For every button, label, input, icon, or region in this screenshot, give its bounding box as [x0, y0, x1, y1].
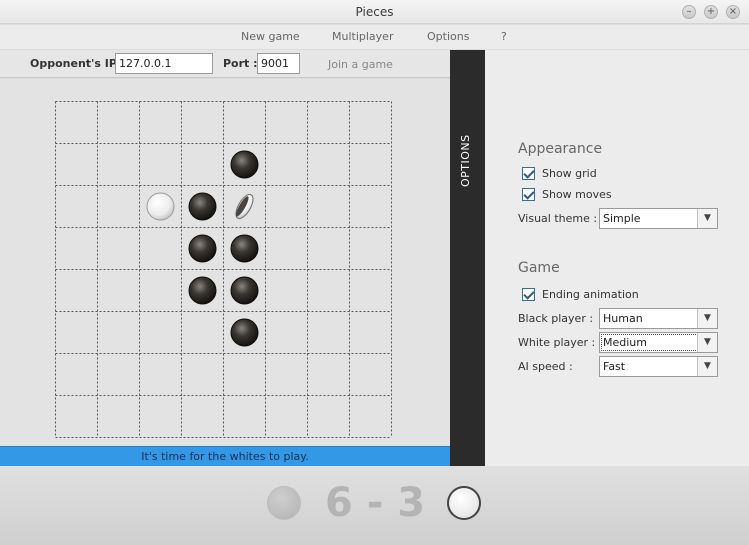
show-moves-label: Show moves — [542, 188, 612, 201]
status-bar: It's time for the whites to play. — [0, 446, 450, 466]
white-player-label: White player : — [518, 336, 596, 349]
menu-help[interactable]: ? — [501, 30, 507, 43]
maximize-button[interactable]: + — [704, 5, 718, 19]
menu-options[interactable]: Options — [427, 30, 469, 43]
black-player-select[interactable]: Human ▼ — [599, 308, 718, 329]
black-player-label: Black player : — [518, 312, 594, 325]
dropdown-arrow-icon[interactable]: ▼ — [697, 309, 717, 328]
black-piece — [230, 234, 259, 263]
dropdown-arrow-icon[interactable]: ▼ — [697, 357, 717, 376]
white-player-value: Medium — [603, 336, 647, 349]
score-bar: 6 - 3 — [0, 466, 749, 545]
ending-animation-checkbox[interactable]: Ending animation — [522, 288, 639, 301]
game-board[interactable] — [55, 101, 392, 438]
checkbox-checked-icon[interactable] — [522, 167, 535, 180]
ai-speed-value: Fast — [603, 360, 626, 373]
checkbox-checked-icon[interactable] — [522, 188, 535, 201]
port-input[interactable] — [257, 53, 300, 74]
connection-bar: Opponent's IP : Port : Join a game — [0, 50, 450, 78]
visual-theme-label: Visual theme : — [518, 212, 598, 225]
flipping-piece — [235, 193, 254, 220]
black-player-value: Human — [603, 312, 643, 325]
port-label: Port : — [223, 57, 258, 70]
join-game-link[interactable]: Join a game — [328, 58, 393, 71]
black-piece — [188, 276, 217, 305]
options-panel: Appearance Show grid Show moves Visual t… — [485, 50, 749, 466]
black-score-disc-icon — [267, 486, 301, 520]
ai-speed-select[interactable]: Fast ▼ — [599, 356, 718, 377]
show-grid-checkbox[interactable]: Show grid — [522, 167, 597, 180]
game-title: Game — [518, 260, 560, 276]
black-piece — [188, 192, 217, 221]
score-display: 6 - 3 — [325, 480, 426, 526]
black-piece — [230, 318, 259, 347]
visual-theme-value: Simple — [603, 212, 641, 225]
menu-bar: New game Multiplayer Options ? — [0, 25, 749, 49]
visual-theme-select[interactable]: Simple ▼ — [599, 208, 718, 229]
show-grid-label: Show grid — [542, 167, 597, 180]
menu-new-game[interactable]: New game — [241, 30, 300, 43]
white-score-disc-icon — [447, 486, 481, 520]
ip-label: Opponent's IP : — [30, 57, 126, 70]
black-piece — [188, 234, 217, 263]
window-title: Pieces — [355, 5, 394, 19]
white-player-select[interactable]: Medium ▼ — [599, 332, 718, 353]
menu-multiplayer[interactable]: Multiplayer — [332, 30, 393, 43]
appearance-title: Appearance — [518, 141, 603, 157]
options-tab-label: OPTIONS — [459, 134, 472, 187]
black-piece — [230, 150, 259, 179]
ai-speed-label: AI speed : — [518, 360, 573, 373]
checkbox-checked-icon[interactable] — [522, 288, 535, 301]
close-button[interactable]: × — [726, 5, 740, 19]
black-piece — [230, 276, 259, 305]
dropdown-arrow-icon[interactable]: ▼ — [697, 333, 717, 352]
minimize-button[interactable]: – — [682, 5, 696, 19]
ip-input[interactable] — [115, 53, 213, 74]
board-grid[interactable] — [55, 101, 392, 438]
show-moves-checkbox[interactable]: Show moves — [522, 188, 612, 201]
options-tab[interactable]: OPTIONS — [450, 50, 485, 466]
white-piece — [146, 192, 175, 221]
ending-animation-label: Ending animation — [542, 288, 639, 301]
title-bar: Pieces – + × — [0, 0, 749, 24]
dropdown-arrow-icon[interactable]: ▼ — [697, 209, 717, 228]
